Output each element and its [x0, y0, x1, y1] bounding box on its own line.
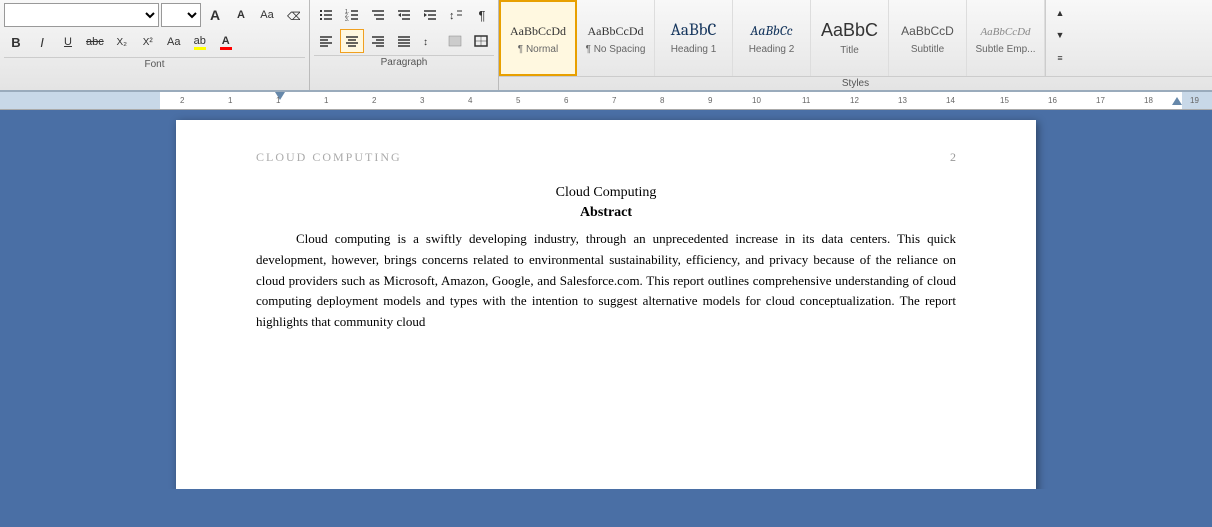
clear-format-btn[interactable]: ⌫	[281, 3, 305, 27]
doc-body[interactable]: Cloud computing is a swiftly developing …	[256, 229, 956, 333]
numbering-btn[interactable]: 1.2.3.	[340, 3, 364, 27]
document-area: CLOUD COMPUTING 2 Cloud Computing Abstra…	[0, 110, 1212, 489]
highlight-btn[interactable]: ab	[188, 29, 212, 55]
style-title-label: Title	[840, 45, 859, 56]
style-heading1[interactable]: AaBbC Heading 1	[655, 0, 733, 76]
style-normal[interactable]: AaBbCcDd ¶ Normal	[499, 0, 577, 76]
justify-btn[interactable]	[392, 29, 416, 53]
page-header-title: CLOUD COMPUTING	[256, 150, 402, 165]
change-case2-btn[interactable]: Aa	[162, 30, 186, 54]
styles-scroll-up[interactable]: ▲	[1048, 2, 1072, 24]
bullets-btn[interactable]	[314, 3, 338, 27]
style-nospacing[interactable]: AaBbCcDd ¶ No Spacing	[577, 0, 655, 76]
borders-btn[interactable]	[470, 29, 494, 53]
bold-btn[interactable]: B	[4, 30, 28, 54]
style-subtitle-preview: AaBbCcD	[901, 22, 954, 40]
style-heading2-preview: AaBbCc	[750, 22, 792, 40]
style-normal-preview: AaBbCcDd	[510, 22, 566, 40]
svg-text:⌫: ⌫	[287, 11, 300, 22]
line-spacing-btn[interactable]: ↕	[418, 29, 442, 53]
style-subtle-preview: AaBbCcDd	[980, 22, 1030, 40]
align-left-btn[interactable]	[314, 29, 338, 53]
subscript-btn[interactable]: X₂	[110, 30, 134, 54]
style-normal-label: ¶ Normal	[518, 44, 558, 55]
align-center-btn[interactable]	[340, 29, 364, 53]
paragraph-label: Paragraph	[314, 55, 494, 69]
document-page: CLOUD COMPUTING 2 Cloud Computing Abstra…	[176, 120, 1036, 489]
font-label: Font	[4, 57, 305, 71]
highlight-btn-wrap: ab	[188, 29, 212, 55]
style-title[interactable]: AaBbC Title	[811, 0, 889, 76]
style-heading1-preview: AaBbC	[671, 21, 717, 40]
doc-title: Cloud Computing	[256, 185, 956, 201]
sort-btn[interactable]: ↕	[444, 3, 468, 27]
ribbon: Times New Roman 12 A A Aa ⌫ B I U abc X₂…	[0, 0, 1212, 92]
underline-btn[interactable]: U	[56, 30, 80, 54]
font-shrink-btn[interactable]: A	[229, 3, 253, 27]
decrease-indent-btn[interactable]	[392, 3, 416, 27]
ruler: 2 1 1 1 2 3 4 5 6 7 8 9 10 11 12 13 14 1…	[0, 92, 1212, 110]
styles-label: Styles	[499, 76, 1212, 90]
font-section: Times New Roman 12 A A Aa ⌫ B I U abc X₂…	[0, 0, 310, 90]
svg-text:↕: ↕	[423, 37, 428, 48]
doc-abstract-title: Abstract	[256, 205, 956, 221]
italic-btn[interactable]: I	[30, 30, 54, 54]
style-subtitle-label: Subtitle	[911, 44, 944, 55]
font-face-select[interactable]: Times New Roman	[4, 3, 159, 27]
change-case-btn[interactable]: Aa	[255, 3, 279, 27]
svg-text:↕: ↕	[449, 10, 455, 22]
style-nospacing-label: ¶ No Spacing	[586, 44, 646, 55]
font-grow-btn[interactable]: A	[203, 3, 227, 27]
style-heading1-label: Heading 1	[671, 44, 717, 55]
style-subtle-label: Subtle Emp...	[975, 44, 1035, 55]
styles-section: AaBbCcDd ¶ Normal AaBbCcDd ¶ No Spacing …	[499, 0, 1212, 90]
svg-text:3.: 3.	[345, 17, 349, 22]
align-right-btn[interactable]	[366, 29, 390, 53]
superscript-btn[interactable]: X²	[136, 30, 160, 54]
paragraph-section: 1.2.3. ↕ ¶	[310, 0, 499, 90]
style-nospacing-preview: AaBbCcDd	[588, 22, 644, 40]
font-color-wrap: A	[214, 29, 238, 55]
font-color-btn[interactable]: A	[214, 29, 238, 55]
increase-indent-btn[interactable]	[418, 3, 442, 27]
styles-scroll-down[interactable]: ▼	[1048, 24, 1072, 46]
style-heading2[interactable]: AaBbCc Heading 2	[733, 0, 811, 76]
show-marks-btn[interactable]: ¶	[470, 3, 494, 27]
styles-more[interactable]: ≡	[1048, 46, 1072, 70]
style-title-preview: AaBbC	[821, 20, 878, 41]
page-header: CLOUD COMPUTING 2	[256, 150, 956, 165]
strikethrough-btn[interactable]: abc	[82, 30, 108, 54]
style-subtle[interactable]: AaBbCcDd Subtle Emp...	[967, 0, 1045, 76]
page-number: 2	[950, 150, 956, 165]
multilevel-btn[interactable]	[366, 3, 390, 27]
style-heading2-label: Heading 2	[749, 44, 795, 55]
style-subtitle[interactable]: AaBbCcD Subtitle	[889, 0, 967, 76]
shading-btn[interactable]	[444, 29, 468, 53]
font-size-select[interactable]: 12	[161, 3, 201, 27]
styles-scroll: ▲ ▼ ≡	[1045, 0, 1074, 76]
